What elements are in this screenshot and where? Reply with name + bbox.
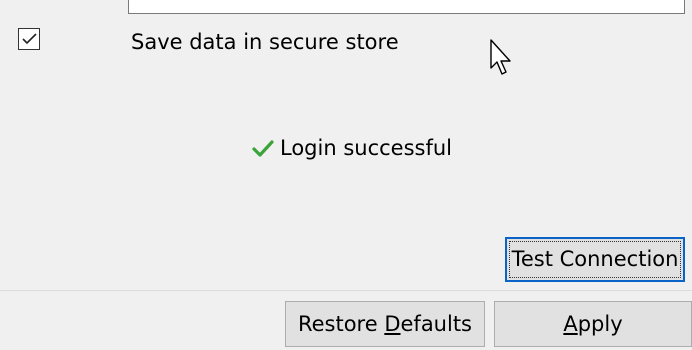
- restore-defaults-label: Restore Defaults: [297, 312, 473, 336]
- text-field-partial[interactable]: [128, 0, 685, 14]
- apply-button[interactable]: Apply: [494, 301, 692, 347]
- secure-store-label[interactable]: Save data in secure store: [131, 27, 399, 57]
- test-connection-label: Test Connection: [511, 247, 679, 271]
- test-connection-button[interactable]: Test Connection: [505, 237, 685, 282]
- restore-defaults-button[interactable]: Restore Defaults: [285, 301, 485, 347]
- secure-store-checkbox[interactable]: [18, 28, 40, 50]
- status-text: Login successful: [280, 136, 453, 160]
- apply-label: Apply: [563, 312, 623, 336]
- check-icon: [252, 140, 274, 157]
- checkmark-icon: [22, 33, 37, 45]
- mouse-cursor-icon: [490, 39, 511, 75]
- login-status: Login successful: [252, 131, 452, 165]
- divider: [0, 290, 692, 291]
- preferences-dialog: Save data in secure store Login successf…: [0, 0, 692, 350]
